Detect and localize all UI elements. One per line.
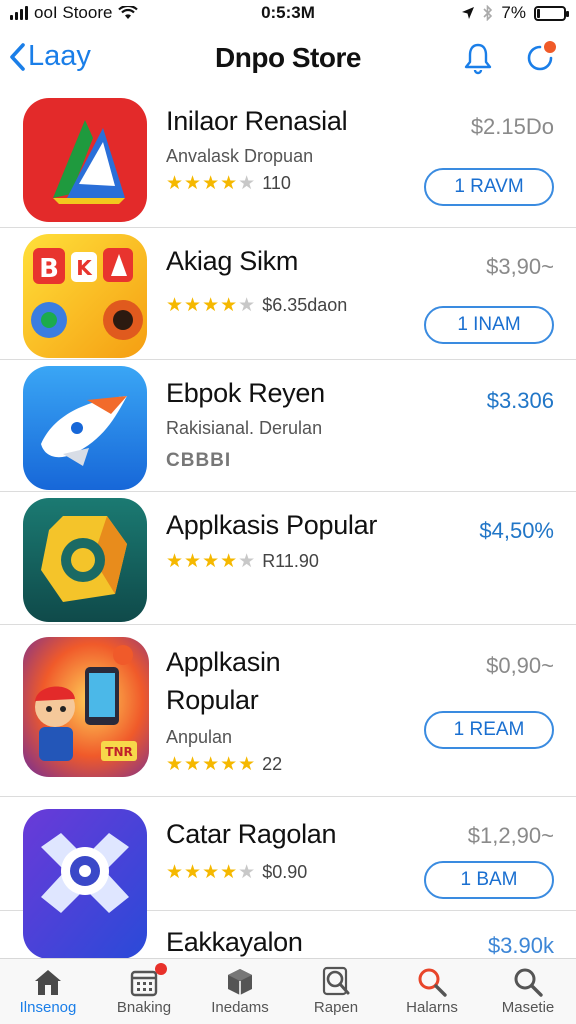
rating-count: 22 (262, 754, 283, 774)
app-subtitle: Anvalask Dropuan (166, 146, 314, 166)
calendar-icon (130, 970, 158, 997)
star-rating: ★★★★★ (166, 754, 257, 775)
rating-line: ★★★★★ R11.90 (166, 550, 319, 573)
star-rating: ★★★★★ (166, 295, 257, 316)
tab-home[interactable]: Ilnsenog (0, 959, 96, 1024)
bell-icon (464, 43, 492, 75)
list-item[interactable]: B K Akiag Sikm ★★★★★ $6.35daon $3,90~ 1 … (0, 228, 576, 360)
list-item[interactable]: Catar Ragolan ★★★★★ $0.90 $1,2,90~ 1 BAM (0, 797, 576, 958)
location-arrow-icon (462, 7, 475, 19)
rating-count: $0.90 (262, 862, 308, 882)
account-button[interactable] (522, 40, 558, 76)
notification-badge (544, 41, 556, 53)
tab-more[interactable]: Masetie (480, 959, 576, 1024)
get-button[interactable]: 1 REAM (424, 711, 554, 749)
rating-count: $6.35daon (262, 295, 348, 315)
tab-search[interactable]: Halarns (384, 959, 480, 1024)
get-button[interactable]: 1 INAM (424, 306, 554, 344)
search-icon (418, 968, 447, 997)
tab-label: Bnaking (116, 999, 172, 1016)
search-doc-icon (322, 966, 350, 996)
get-button[interactable]: 1 BAM (424, 861, 554, 899)
app-price: $0,90~ (486, 653, 554, 678)
tab-badge (155, 963, 167, 975)
app-name-line2: Ropular (166, 685, 259, 715)
app-name: Akiag Sikm (166, 246, 299, 276)
rating-line: ★★★★★ 22 (166, 753, 282, 776)
app-list: Inilaor Renasial Anvalask Dropuan ★★★★★ … (0, 92, 576, 958)
back-label: Laay (28, 40, 91, 72)
app-price: $1,2,90~ (467, 823, 554, 848)
star-rating: ★★★★★ (166, 173, 257, 194)
app-price: $3.90k (487, 933, 554, 958)
app-price: $2.15Do (470, 114, 554, 139)
app-name-line1: Applkasin (166, 647, 281, 677)
list-item[interactable]: Ebpok Reyen Rakisianal. Derulan CBBBI $3… (0, 360, 576, 492)
carrier-label: ooI Stoore (34, 3, 113, 22)
rating-count: R11.90 (262, 551, 319, 571)
svg-text:K: K (76, 256, 93, 280)
battery-fill (537, 8, 541, 18)
rating-count: 110 (262, 173, 291, 193)
app-price: $4,50% (479, 518, 554, 543)
get-button[interactable]: 1 RAVM (424, 168, 554, 206)
svg-text:TNR: TNR (105, 745, 132, 759)
rating-line: ★★★★★ $6.35daon (166, 294, 347, 317)
chevron-left-icon (10, 42, 25, 71)
navigation-bar: Laay Dnpo Store (0, 30, 576, 90)
list-item[interactable]: Applkasis Popular ★★★★★ R11.90 $4,50% (0, 492, 576, 625)
star-rating: ★★★★★ (166, 862, 257, 883)
star-rating: ★★★★★ (166, 551, 257, 572)
bluetooth-icon (483, 5, 493, 21)
tab-booking[interactable]: Bnaking (96, 959, 192, 1024)
home-icon (35, 970, 61, 995)
tab-label: Inedams (211, 999, 269, 1016)
tab-label: Ilnsenog (19, 999, 77, 1016)
app-subtitle: Anpulan (166, 727, 233, 747)
tab-reports[interactable]: Rapen (288, 959, 384, 1024)
app-name: Catar Ragolan (166, 819, 337, 849)
app-name: Eakkayalon (166, 927, 303, 957)
cube-icon (228, 969, 252, 995)
search-icon (514, 968, 543, 997)
app-name: Inilaor Renasial (166, 106, 348, 136)
svg-text:B: B (39, 254, 59, 284)
battery-icon (534, 5, 569, 21)
app-price: $3,90~ (486, 254, 554, 279)
signal-icon (10, 6, 28, 20)
list-item[interactable]: Eakkayalon $3.90k (0, 911, 576, 958)
app-icon (23, 366, 147, 490)
status-bar: ooI Stoore 0:5:3M 7% (0, 0, 576, 26)
battery-percent: 7% (501, 3, 526, 22)
app-icon (23, 498, 147, 622)
tab-items[interactable]: Inedams (192, 959, 288, 1024)
tab-bar: Ilnsenog Bnaking Inedams Rapen Halarns M… (0, 958, 576, 1024)
tab-label: Rapen (313, 999, 359, 1016)
rating-line: ★★★★★ $0.90 (166, 861, 307, 884)
app-icon: B K (23, 234, 147, 358)
app-code: CBBBI (166, 450, 232, 471)
app-icon: TNR (23, 637, 149, 777)
tab-label: Masetie (501, 999, 555, 1016)
notifications-button[interactable] (460, 40, 496, 76)
tab-label: Halarns (406, 999, 458, 1016)
app-icon (23, 98, 147, 222)
rating-line: ★★★★★ 110 (166, 172, 291, 195)
list-item[interactable]: Inilaor Renasial Anvalask Dropuan ★★★★★ … (0, 92, 576, 228)
back-button[interactable]: Laay (8, 40, 91, 73)
wifi-icon (118, 6, 139, 19)
app-subtitle: Rakisianal. Derulan (166, 418, 323, 438)
app-price: $3.306 (486, 388, 554, 413)
app-name: Applkasis Popular (166, 510, 378, 540)
list-item[interactable]: TNR Applkasin Ropular Anpulan ★★★★★ 22 $… (0, 625, 576, 797)
app-name: Ebpok Reyen (166, 378, 325, 408)
